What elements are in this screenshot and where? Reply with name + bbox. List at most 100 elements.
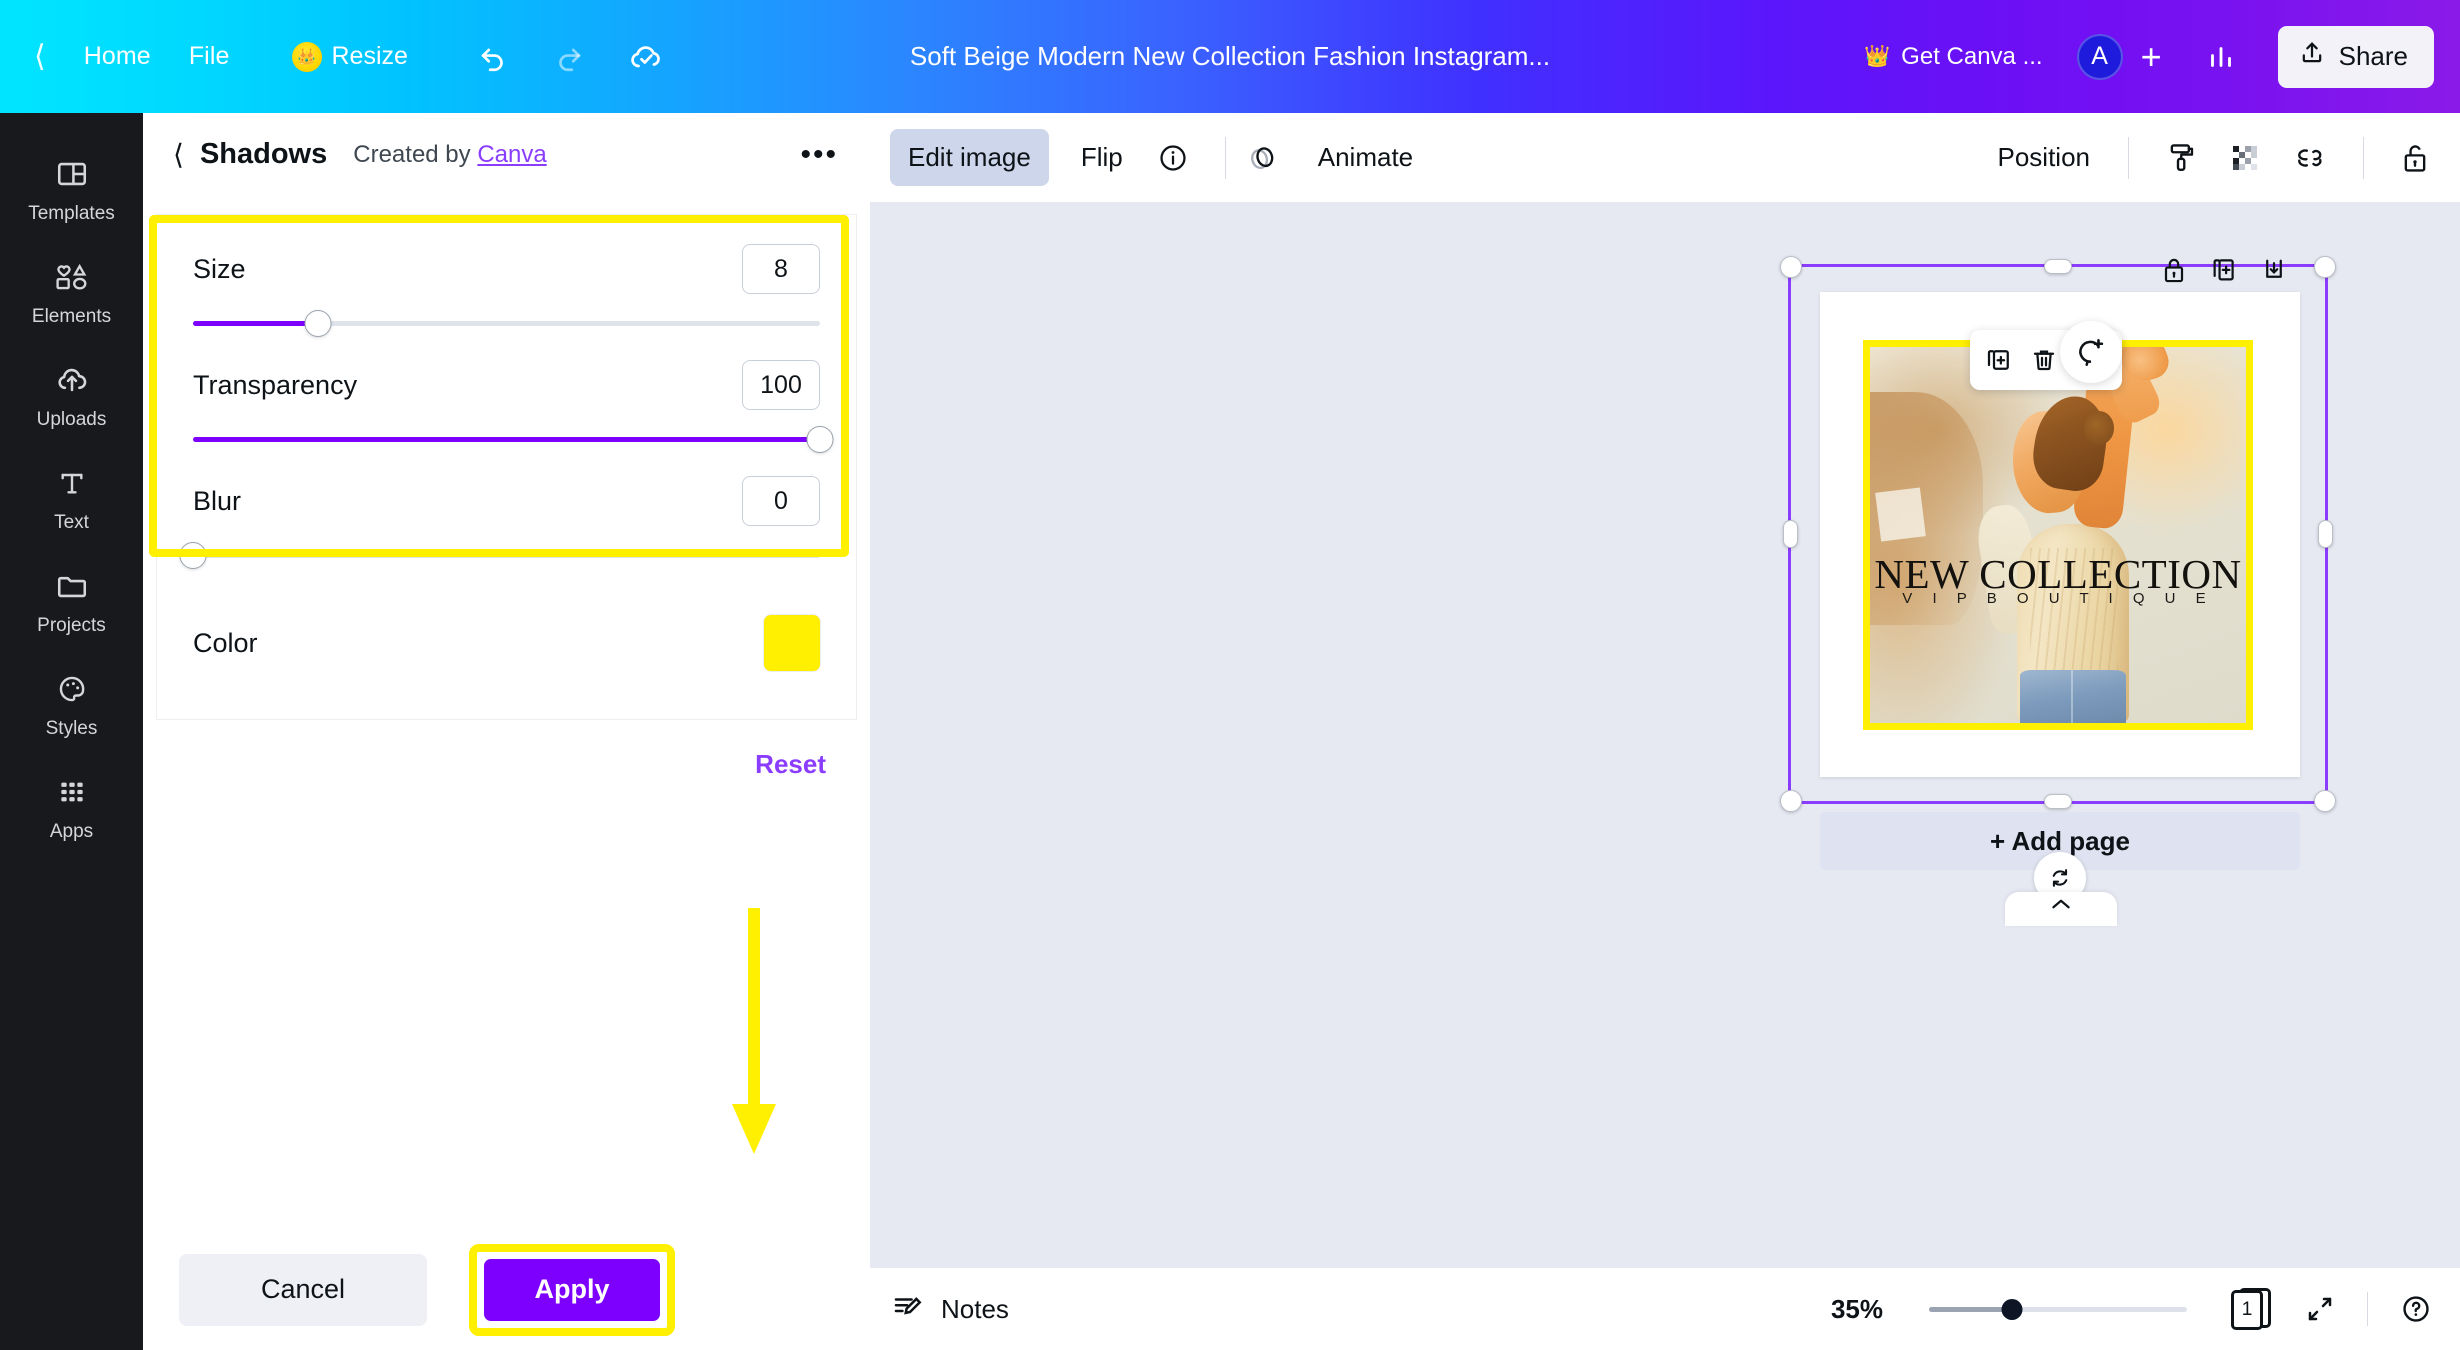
info-icon[interactable] [1157,142,1189,174]
get-canva-label: Get Canva ... [1901,42,2043,70]
pages-icon[interactable]: 1 [2231,1287,2273,1331]
zoom-slider-thumb[interactable] [2001,1299,2023,1320]
resize-handle-right[interactable] [2318,520,2333,548]
page-title: Shadows [199,138,328,170]
unlock-icon[interactable] [2400,141,2430,175]
sidebar-item-label: Apps [49,821,94,842]
lock-icon[interactable] [2160,254,2188,291]
sidebar-item-projects[interactable]: Projects [0,549,143,652]
file-menu-button[interactable]: File [189,42,230,71]
resize-handle-bottom[interactable] [2044,794,2072,809]
trash-icon[interactable] [2029,345,2059,375]
resize-handle-top-left[interactable] [1780,256,1802,278]
crown-icon: 👑 [1864,44,1891,68]
position-button[interactable]: Position [1980,129,2109,186]
blur-control-row: Blur [193,473,820,529]
transparency-input[interactable] [742,360,820,410]
share-button[interactable]: Share [2277,25,2434,88]
document-title[interactable]: Soft Beige Modern New Collection Fashion… [910,41,1550,72]
duplicate-icon[interactable] [1984,345,2014,375]
shadows-settings-panel: ⟨ Shadows Created by Canva ••• Size 8 Tr… [143,113,870,1350]
edit-image-button[interactable]: Edit image [890,129,1049,186]
animate-button[interactable]: Animate [1300,129,1431,186]
blur-slider[interactable] [179,531,820,579]
resize-button[interactable]: 👑 Resize [291,41,408,72]
created-by-prefix: Created by [353,140,471,168]
slider-fill [193,321,319,326]
add-comment-button[interactable] [2060,321,2122,383]
text-icon [56,463,88,503]
sidebar-item-apps[interactable]: Apps [0,755,143,858]
help-icon[interactable] [2400,1293,2432,1325]
sidebar-item-text[interactable]: Text [0,446,143,549]
duplicate-page-icon[interactable] [2210,254,2238,291]
get-canva-pro-button[interactable]: 👑 Get Canva ... [1864,43,2043,71]
crown-badge-icon: 👑 [291,41,322,72]
zoom-level-label: 35% [1830,1293,1883,1324]
color-label: Color [193,627,258,658]
resize-handle-bottom-left[interactable] [1780,790,1802,812]
transparency-label: Transparency [193,369,358,400]
apply-button[interactable]: Apply [484,1258,660,1321]
sidebar-item-uploads[interactable]: Uploads [0,343,143,446]
slider-thumb[interactable] [806,426,834,453]
bottom-status-bar: Notes 35% 1 [870,1268,2460,1350]
cloud-check-icon[interactable] [628,39,664,75]
resize-handle-bottom-right[interactable] [2314,790,2336,812]
shadow-controls: Size Transparency [157,215,856,719]
redo-icon[interactable] [552,40,586,74]
slider-track [193,553,820,558]
notes-pencil-icon [892,1290,926,1329]
slider-thumb[interactable] [179,542,207,569]
panel-header: ⟨ Shadows Created by Canva ••• [143,113,870,196]
page-quick-actions [2160,254,2288,291]
resize-handle-top[interactable] [2044,259,2072,274]
more-options-icon[interactable]: ••• [800,139,838,169]
animate-icon[interactable] [1246,141,1282,175]
undo-icon[interactable] [476,40,510,74]
collapse-panel-button[interactable] [2005,892,2117,926]
toolbar-divider [2128,136,2129,179]
back-icon[interactable]: ⟨ [34,41,46,72]
expand-icon[interactable] [2305,1294,2335,1324]
plus-icon[interactable]: + [2141,38,2162,75]
settings-container: Size Transparency [143,215,870,719]
page-number: 1 [2231,1290,2263,1330]
slider-thumb[interactable] [304,310,332,337]
link-icon[interactable] [2293,143,2327,173]
canva-link[interactable]: Canva [477,141,546,168]
resize-label: Resize [331,42,408,70]
home-button[interactable]: Home [84,42,151,71]
transparency-control-row: Transparency [193,357,820,413]
apply-highlight-box: Apply [469,1243,675,1336]
bottombar-right-group: 1 [2231,1287,2432,1331]
topbar-right-group: 👑 Get Canva ... A + Share [1864,0,2434,113]
transparency-checker-icon[interactable] [2229,142,2261,174]
download-page-icon[interactable] [2260,254,2288,291]
sidebar-item-styles[interactable]: Styles [0,652,143,755]
size-slider[interactable] [193,299,820,347]
blur-input[interactable] [742,476,820,526]
reset-button[interactable]: Reset [755,749,826,779]
bar-chart-icon[interactable] [2204,40,2238,74]
sidebar-item-label: Elements [31,306,112,327]
sidebar-item-elements[interactable]: Elements [0,240,143,343]
flip-button[interactable]: Flip [1063,129,1141,186]
resize-handle-top-right[interactable] [2314,256,2336,278]
transparency-slider[interactable] [193,415,834,463]
notes-button[interactable]: Notes [892,1290,1009,1329]
paint-roller-icon[interactable] [2165,141,2197,175]
left-sidebar-rail: Templates Elements Uploads Text Projects… [0,113,143,1350]
history-controls [476,39,664,75]
sidebar-item-templates[interactable]: Templates [0,137,143,240]
cancel-button[interactable]: Cancel [179,1253,427,1326]
avatar[interactable]: A [2076,33,2123,80]
color-swatch[interactable] [764,615,820,671]
cloud-upload-icon [54,360,90,400]
zoom-slider[interactable] [1929,1294,2187,1324]
resize-handle-left[interactable] [1783,520,1798,548]
panel-back-icon[interactable]: ⟨ [173,140,184,169]
canvas-area[interactable]: NEW COLLECTION V I P B O U T I Q U E + A… [870,202,2460,1268]
panel-footer: Cancel Apply [143,1228,870,1350]
size-input[interactable] [742,244,820,294]
